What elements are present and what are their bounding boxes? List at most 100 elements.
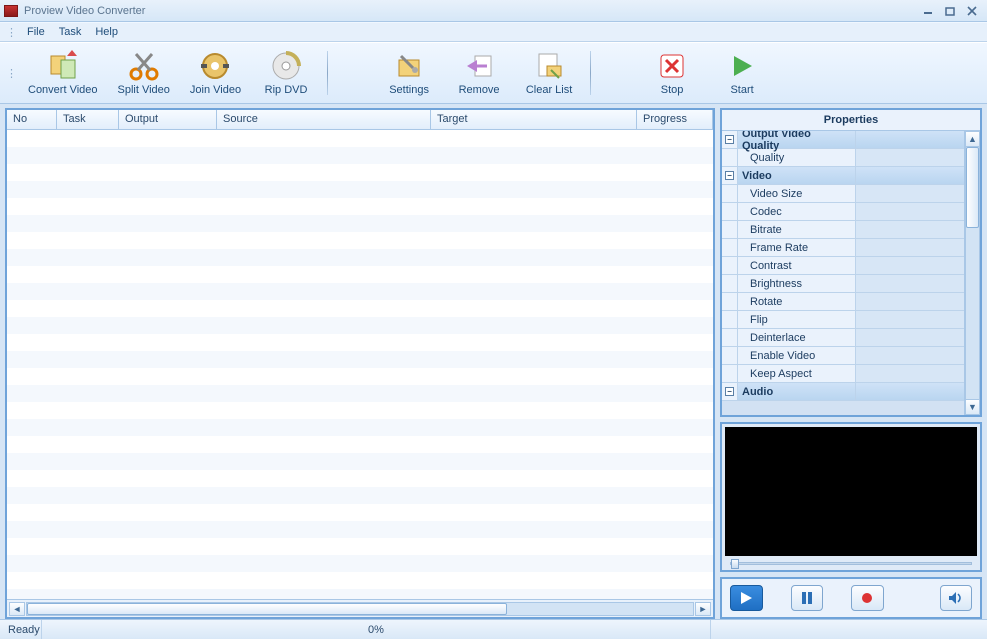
- record-button[interactable]: [851, 585, 884, 611]
- prop-flip[interactable]: Flip: [722, 311, 964, 329]
- expander-audio[interactable]: −: [722, 383, 738, 400]
- minimize-button[interactable]: [917, 3, 939, 19]
- properties-grid[interactable]: − Output Video Quality Quality − Video: [722, 131, 964, 415]
- column-source[interactable]: Source: [217, 110, 431, 129]
- prop-rotate[interactable]: Rotate: [722, 293, 964, 311]
- preview-screen: [725, 427, 977, 556]
- settings-label: Settings: [389, 84, 429, 96]
- record-icon: [860, 591, 874, 605]
- volume-icon: [948, 591, 964, 605]
- preview-panel: [720, 422, 982, 572]
- prop-bitrate[interactable]: Bitrate: [722, 221, 964, 239]
- stop-icon: [656, 50, 688, 82]
- settings-icon: [393, 50, 425, 82]
- scroll-left-button[interactable]: ◄: [9, 602, 25, 616]
- status-progress: 0%: [42, 620, 711, 639]
- rip-dvd-button[interactable]: Rip DVD: [251, 48, 321, 98]
- stop-label: Stop: [661, 84, 684, 96]
- remove-button[interactable]: Remove: [444, 48, 514, 98]
- properties-title: Properties: [722, 110, 980, 131]
- scroll-down-button[interactable]: ▼: [965, 399, 980, 415]
- settings-button[interactable]: Settings: [374, 48, 444, 98]
- convert-video-label: Convert Video: [28, 84, 98, 96]
- seek-thumb[interactable]: [731, 559, 739, 569]
- clear-list-icon: [533, 50, 565, 82]
- status-bar: Ready 0%: [0, 619, 987, 639]
- prop-frame-rate[interactable]: Frame Rate: [722, 239, 964, 257]
- volume-button[interactable]: [940, 585, 973, 611]
- title-bar: Proview Video Converter: [0, 0, 987, 22]
- vscroll-thumb[interactable]: [966, 147, 979, 228]
- menu-help[interactable]: Help: [88, 24, 125, 40]
- task-grid-header: No Task Output Source Target Progress: [7, 110, 713, 130]
- prop-codec[interactable]: Codec: [722, 203, 964, 221]
- prop-keep-aspect[interactable]: Keep Aspect: [722, 365, 964, 383]
- prop-brightness[interactable]: Brightness: [722, 275, 964, 293]
- window-title: Proview Video Converter: [24, 5, 145, 17]
- column-progress[interactable]: Progress: [637, 110, 713, 129]
- clear-list-button[interactable]: Clear List: [514, 48, 584, 98]
- main-content: No Task Output Source Target Progress ◄ …: [0, 104, 987, 619]
- start-button[interactable]: Start: [707, 48, 777, 98]
- prop-enable-video[interactable]: Enable Video: [722, 347, 964, 365]
- playback-controls: [720, 577, 982, 619]
- menu-bar: ⋮ File Task Help: [0, 22, 987, 42]
- menu-file[interactable]: File: [20, 24, 52, 40]
- toolbar-separator: [327, 51, 328, 95]
- remove-icon: [463, 50, 495, 82]
- prop-group-audio[interactable]: − Audio: [722, 383, 964, 401]
- status-ready: Ready: [0, 620, 42, 639]
- prop-quality[interactable]: Quality: [722, 149, 964, 167]
- play-icon: [739, 591, 753, 605]
- play-button[interactable]: [730, 585, 763, 611]
- split-video-label: Split Video: [118, 84, 170, 96]
- stop-button[interactable]: Stop: [637, 48, 707, 98]
- join-video-icon: [199, 50, 231, 82]
- column-target[interactable]: Target: [431, 110, 637, 129]
- rip-dvd-icon: [270, 50, 302, 82]
- pause-icon: [800, 591, 814, 605]
- rip-dvd-label: Rip DVD: [265, 84, 308, 96]
- hscroll-track[interactable]: [26, 602, 694, 616]
- expander-video[interactable]: −: [722, 167, 738, 184]
- hscroll-thumb[interactable]: [27, 603, 507, 615]
- expander-output-quality[interactable]: −: [722, 131, 738, 148]
- close-icon: [967, 6, 977, 16]
- menubar-grip-icon: ⋮: [6, 26, 16, 39]
- scroll-up-button[interactable]: ▲: [965, 131, 980, 147]
- close-button[interactable]: [961, 3, 983, 19]
- toolbar-grip-icon: ⋮: [6, 67, 16, 80]
- preview-seek-slider[interactable]: [722, 556, 980, 570]
- clear-list-label: Clear List: [526, 84, 572, 96]
- prop-video-size[interactable]: Video Size: [722, 185, 964, 203]
- prop-contrast[interactable]: Contrast: [722, 257, 964, 275]
- app-icon: [4, 5, 18, 17]
- toolbar-separator: [590, 51, 591, 95]
- maximize-button[interactable]: [939, 3, 961, 19]
- column-task[interactable]: Task: [57, 110, 119, 129]
- minimize-icon: [923, 6, 933, 16]
- start-icon: [726, 50, 758, 82]
- properties-vscrollbar[interactable]: ▲ ▼: [964, 131, 980, 415]
- toolbar: ⋮ Convert Video Split Video Join Video R…: [0, 42, 987, 104]
- menu-task[interactable]: Task: [52, 24, 89, 40]
- prop-group-video[interactable]: − Video: [722, 167, 964, 185]
- vscroll-track[interactable]: [965, 147, 980, 399]
- pause-button[interactable]: [791, 585, 824, 611]
- column-output[interactable]: Output: [119, 110, 217, 129]
- maximize-icon: [945, 6, 955, 16]
- split-video-icon: [128, 50, 160, 82]
- convert-video-icon: [47, 50, 79, 82]
- prop-deinterlace[interactable]: Deinterlace: [722, 329, 964, 347]
- column-no[interactable]: No: [7, 110, 57, 129]
- join-video-button[interactable]: Join Video: [180, 48, 251, 98]
- right-panel: Properties − Output Video Quality Qualit…: [720, 108, 982, 619]
- task-grid-hscrollbar[interactable]: ◄ ►: [7, 599, 713, 617]
- convert-video-button[interactable]: Convert Video: [18, 48, 108, 98]
- remove-label: Remove: [459, 84, 500, 96]
- scroll-right-button[interactable]: ►: [695, 602, 711, 616]
- join-video-label: Join Video: [190, 84, 241, 96]
- task-grid-body[interactable]: [7, 130, 713, 599]
- prop-group-output-quality[interactable]: − Output Video Quality: [722, 131, 964, 149]
- split-video-button[interactable]: Split Video: [108, 48, 180, 98]
